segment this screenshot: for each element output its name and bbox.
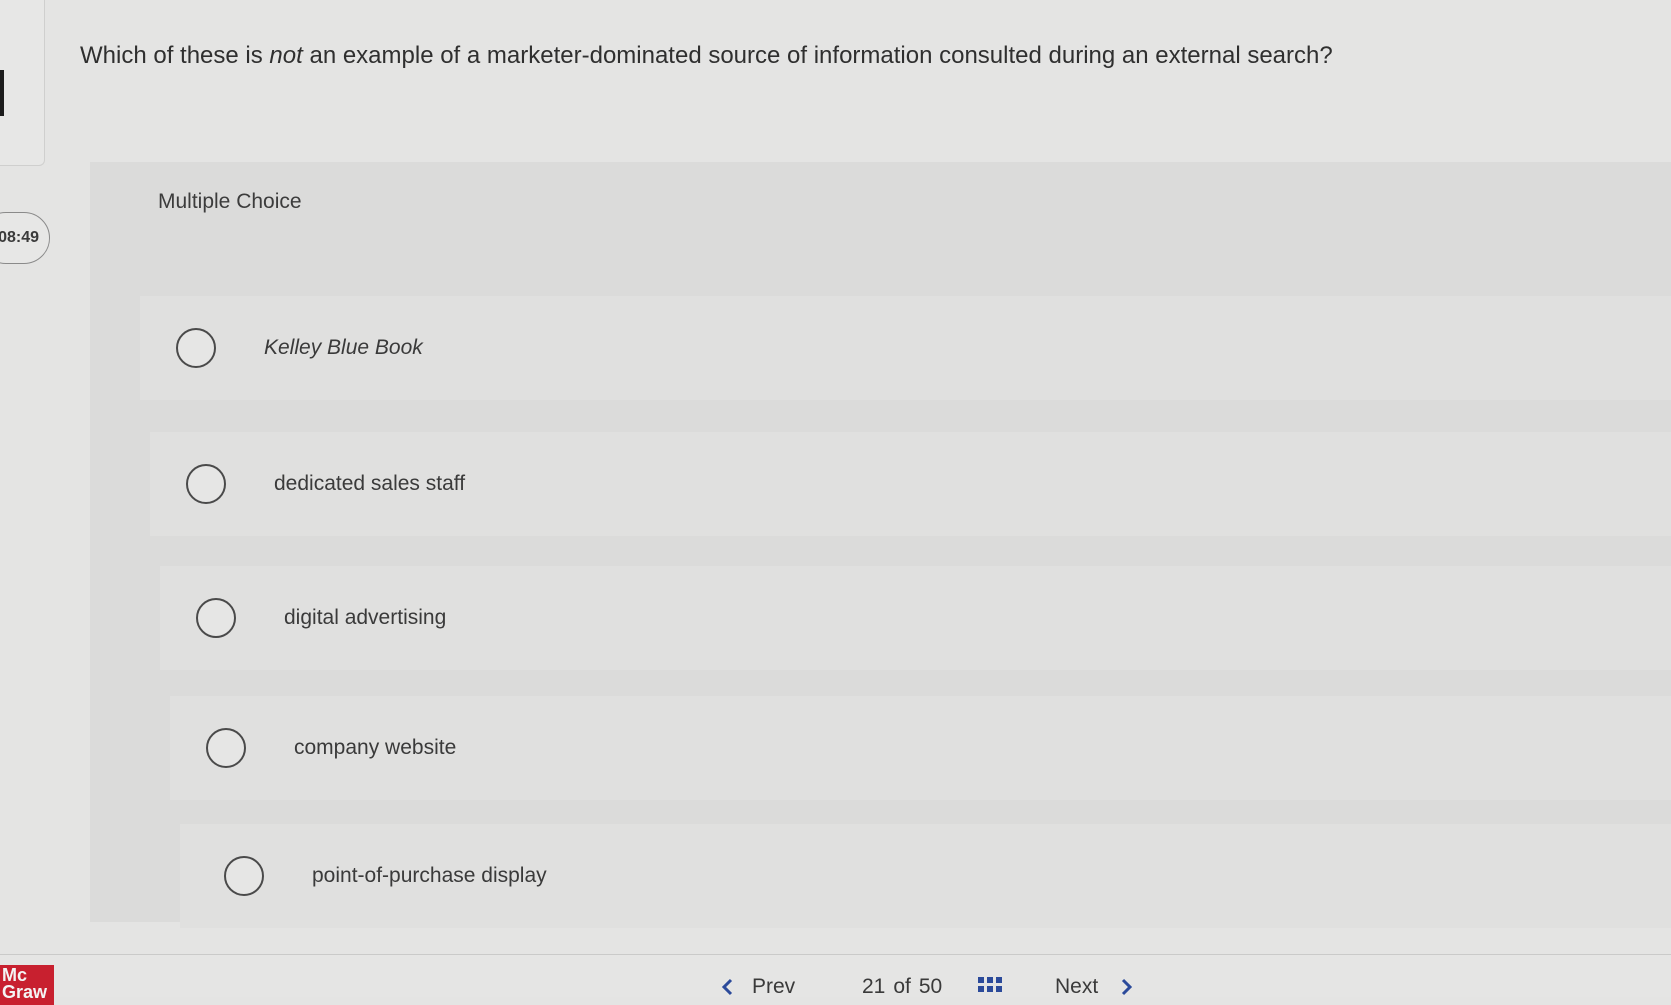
timer-text: 08:49 xyxy=(0,229,39,246)
of-label: of xyxy=(893,975,911,998)
chevron-left-icon xyxy=(721,978,733,996)
question-text: Which of these is not an example of a ma… xyxy=(80,42,1620,70)
option-label: digital advertising xyxy=(284,606,447,629)
mcgraw-logo: Mc Graw xyxy=(0,965,54,1005)
option-point-of-purchase-display[interactable]: point-of-purchase display xyxy=(180,824,1671,928)
radio-button[interactable] xyxy=(224,856,264,896)
question-before: Which of these is xyxy=(80,42,270,69)
choice-panel: Multiple Choice xyxy=(90,162,1671,922)
question-emphasis: not xyxy=(269,42,303,69)
option-digital-advertising[interactable]: digital advertising xyxy=(160,566,1671,670)
option-label: company website xyxy=(294,736,457,759)
prev-label: Prev xyxy=(752,975,796,998)
footer-bar: Mc Graw Prev 21 of 50 Next xyxy=(0,954,1671,1005)
current-question-number: 21 xyxy=(862,975,886,998)
radio-button[interactable] xyxy=(176,328,216,368)
left-rail-marker xyxy=(0,70,4,116)
prev-button[interactable]: Prev xyxy=(720,975,795,999)
option-kelley-blue-book[interactable]: Kelley Blue Book xyxy=(140,296,1671,400)
radio-button[interactable] xyxy=(186,464,226,504)
left-rail xyxy=(0,0,45,166)
question-grid-button[interactable] xyxy=(978,977,1002,992)
timer-badge: 08:49 xyxy=(0,212,50,264)
option-dedicated-sales-staff[interactable]: dedicated sales staff xyxy=(150,432,1671,536)
grid-icon xyxy=(978,977,1002,992)
option-label: point-of-purchase display xyxy=(312,864,547,887)
total-question-count: 50 xyxy=(918,975,943,998)
question-after: an example of a marketer-dominated sourc… xyxy=(302,42,1333,69)
radio-button[interactable] xyxy=(196,598,236,638)
chevron-right-icon xyxy=(1122,978,1133,996)
option-company-website[interactable]: company website xyxy=(170,696,1671,800)
radio-button[interactable] xyxy=(206,728,246,768)
question-type-label: Multiple Choice xyxy=(158,190,302,213)
option-label: dedicated sales staff xyxy=(274,472,466,495)
next-label: Next xyxy=(1055,975,1099,998)
next-button[interactable]: Next xyxy=(1055,975,1134,999)
page-counter: 21 of 50 xyxy=(862,975,942,999)
option-label: Kelley Blue Book xyxy=(264,336,423,359)
